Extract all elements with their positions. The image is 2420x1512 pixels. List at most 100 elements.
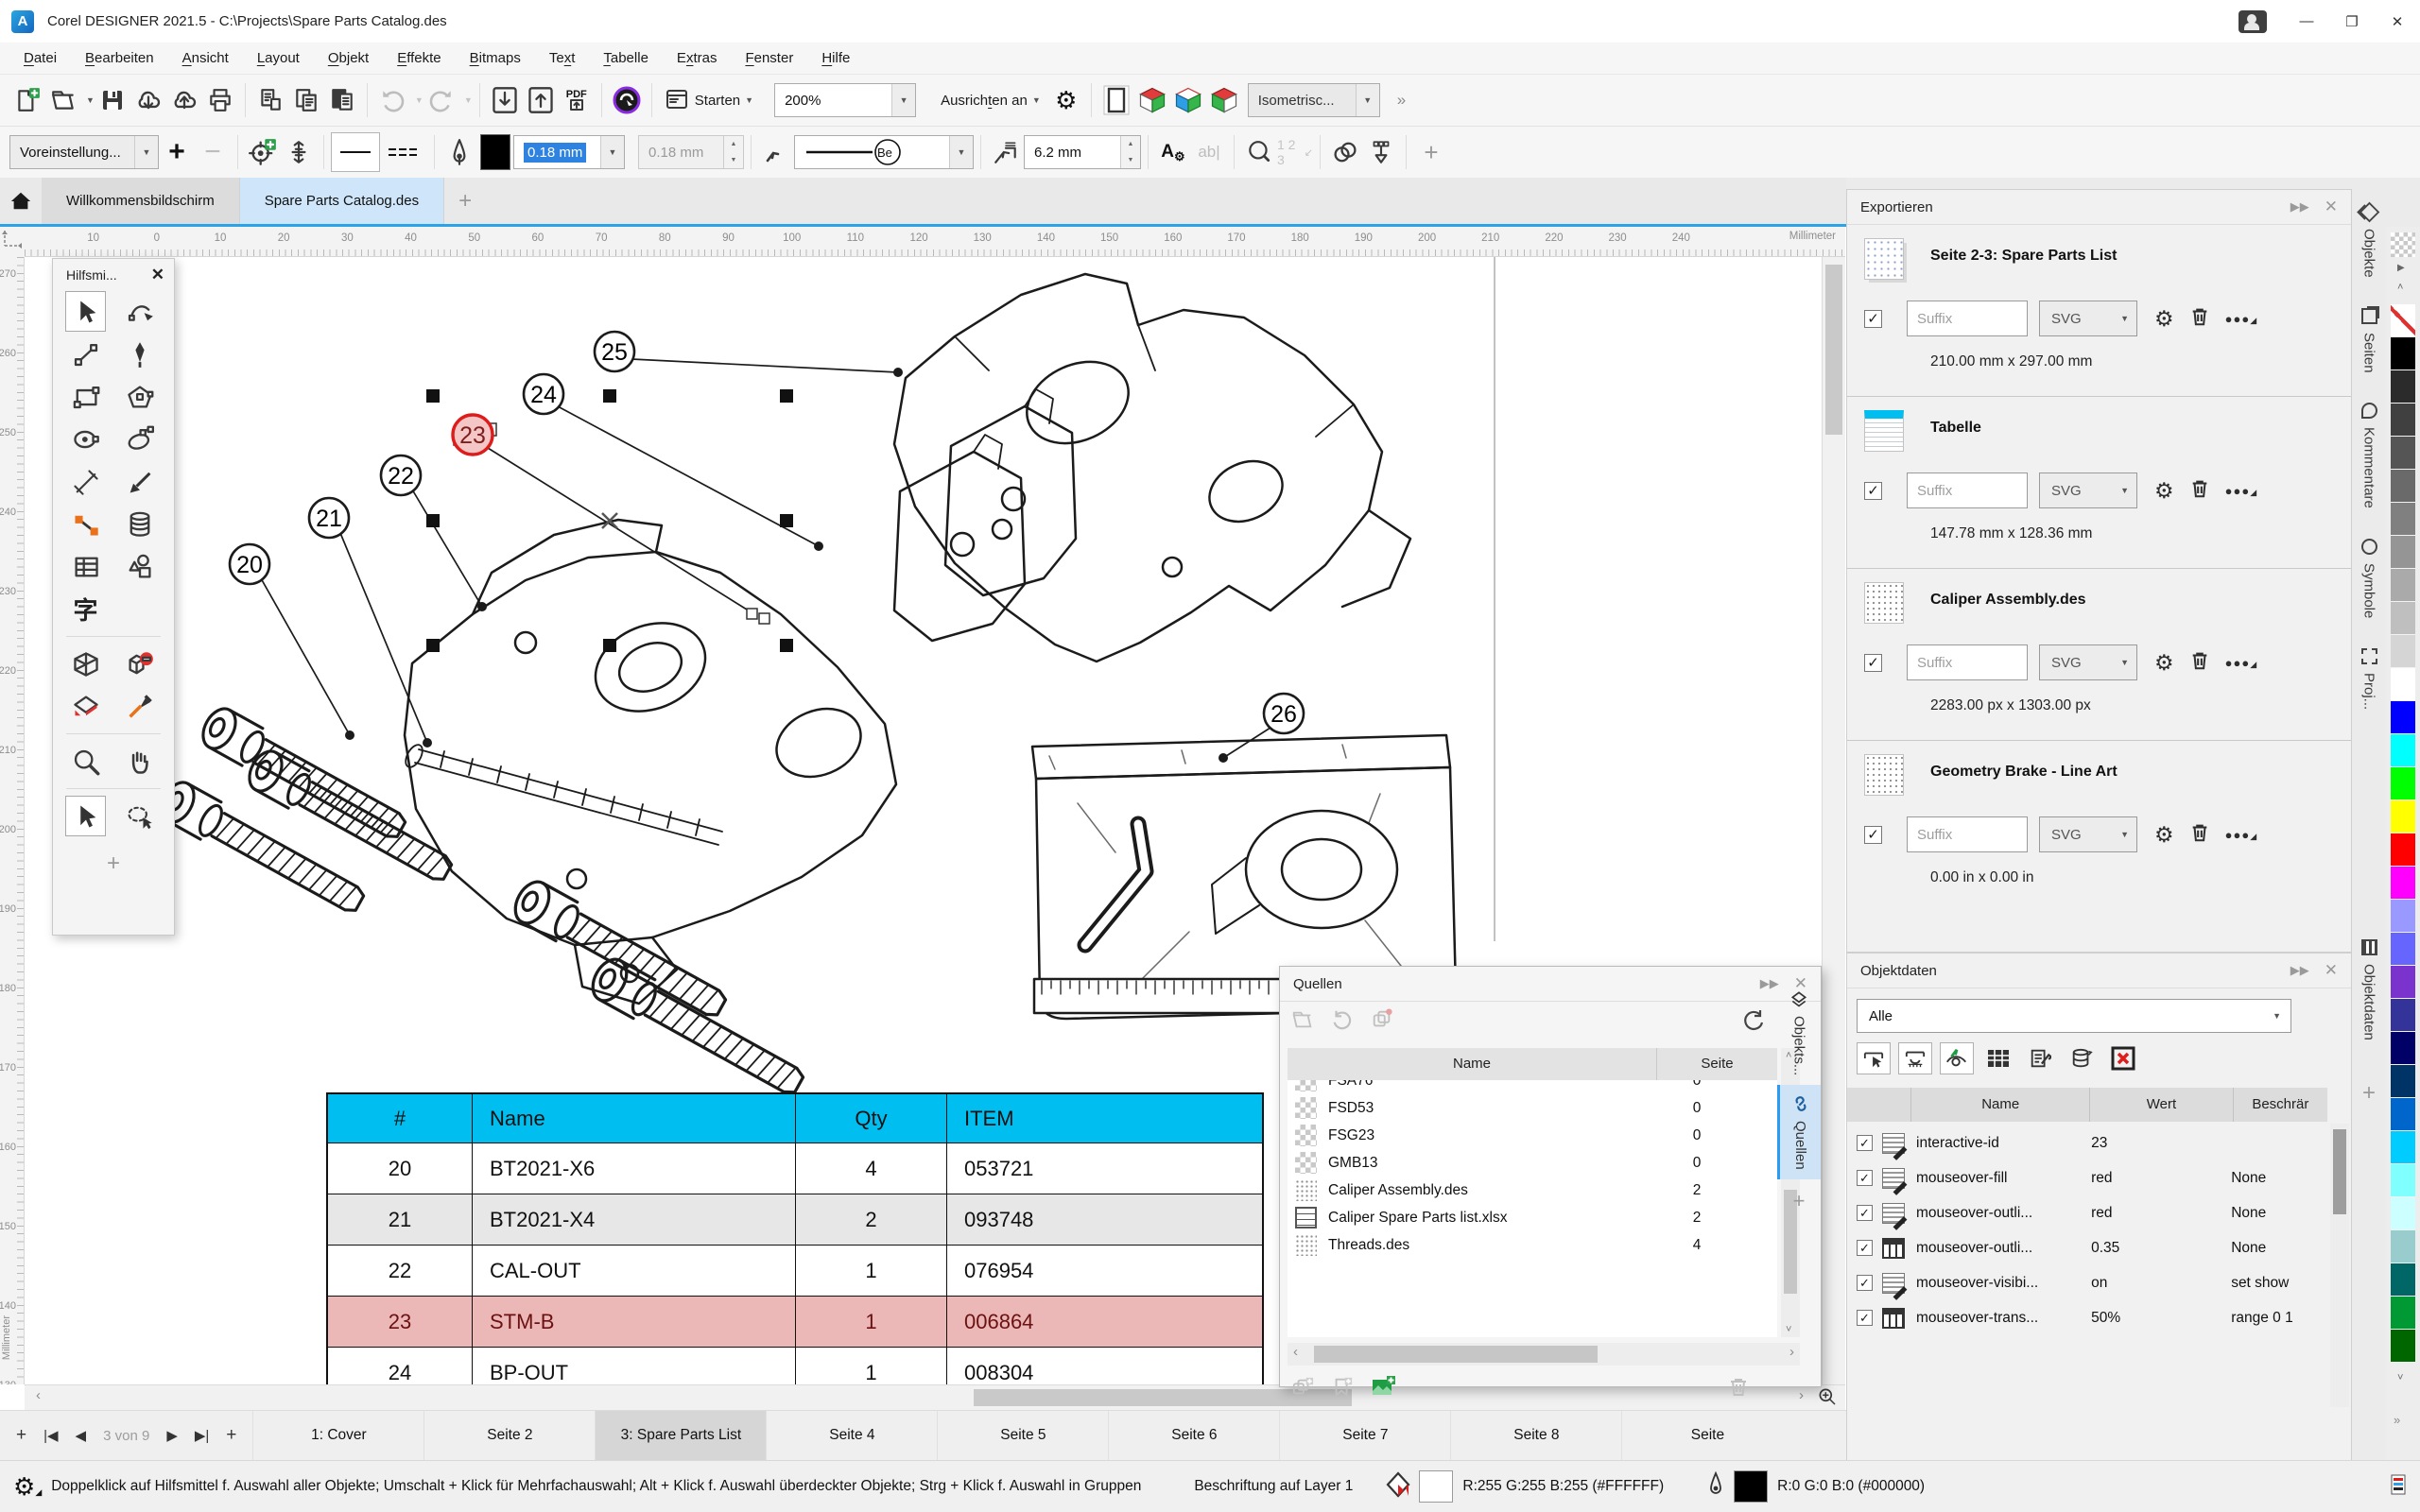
format-select[interactable]: SVG ▼ — [2039, 644, 2137, 680]
outline-width-combo[interactable]: 0.18 mm ▼ — [513, 135, 625, 169]
parts-table-row[interactable]: 21 BT2021-X4 2 093748 — [326, 1194, 1264, 1246]
export-item-checkbox[interactable]: ✓ — [1864, 481, 1882, 500]
toolbox-add-button[interactable]: + — [59, 850, 168, 877]
objectdata-filter-select[interactable]: Alle ▼ — [1857, 999, 2291, 1033]
menu-item[interactable]: Datei — [9, 50, 71, 66]
tool-3-point-ellipse[interactable] — [119, 419, 160, 459]
docker-tab[interactable]: Symbole — [2352, 524, 2386, 633]
welcome-home-icon[interactable] — [0, 178, 42, 224]
od-constrain-icon[interactable] — [1857, 1042, 1891, 1074]
open-button[interactable] — [45, 81, 81, 119]
objectdata-row[interactable]: ✓ mouseover-outli... 0.35 None — [1847, 1230, 2327, 1265]
cut-options-button[interactable] — [252, 81, 288, 119]
tool-dimension[interactable] — [65, 461, 106, 502]
ruler-origin-button[interactable] — [0, 227, 26, 258]
copy-button[interactable] — [288, 81, 324, 119]
quellen-row[interactable]: GMB13 0 — [1288, 1149, 1777, 1177]
callout-stacking-button[interactable] — [281, 133, 317, 171]
menu-item[interactable]: Extras — [663, 50, 732, 66]
projection-combo[interactable]: Isometrisc... ▼ — [1247, 83, 1380, 117]
quellen-col-seite[interactable]: Seite — [1657, 1048, 1777, 1080]
suffix-input[interactable] — [1907, 472, 2028, 508]
color-swatch[interactable] — [2391, 337, 2415, 370]
undo-dropdown[interactable]: ▼ — [415, 95, 424, 105]
tool-2-point-line[interactable] — [65, 334, 106, 374]
palette-flyout-icon[interactable]: ▶ — [2397, 263, 2405, 273]
objectdata-row[interactable]: ✓ mouseover-visibi... on set show — [1847, 1265, 2327, 1300]
tool-pick-alt[interactable] — [65, 796, 106, 836]
color-swatch[interactable] — [2391, 833, 2415, 867]
color-swatch[interactable] — [2391, 933, 2415, 966]
snap-to-label[interactable]: Ausrichten an — [941, 93, 1028, 109]
quellen-reload-icon[interactable] — [1331, 1008, 1354, 1037]
color-swatch[interactable] — [2391, 900, 2415, 933]
tool-no-projection[interactable] — [119, 644, 160, 684]
line-style-dashed-button[interactable] — [380, 133, 427, 171]
color-swatch[interactable] — [2391, 1131, 2415, 1164]
od-visibility-icon[interactable] — [1940, 1042, 1974, 1074]
parts-table-row[interactable]: 23 STM-B 1 006864 — [326, 1297, 1264, 1348]
tool-smart-fill[interactable] — [65, 686, 106, 727]
menu-item[interactable]: Bitmaps — [456, 50, 535, 66]
starten-label[interactable]: Starten — [695, 93, 740, 109]
page-tab[interactable]: Seite — [1621, 1411, 1792, 1460]
palette-expand-icon[interactable]: » — [2394, 1413, 2400, 1427]
docker-add-icon[interactable]: + — [1777, 1189, 1821, 1213]
horizontal-ruler[interactable]: 10 0 10 20 30 40 50 60 70 80 90 100 110 120 130 140 150 1… — [25, 227, 1845, 257]
docker-tab-objektdaten[interactable]: Objektdaten — [2352, 924, 2386, 1056]
page-border-button[interactable] — [1098, 81, 1134, 119]
export-collapse-icon[interactable]: ▶▶ — [2290, 199, 2309, 215]
export-delete-icon[interactable] — [2189, 305, 2210, 333]
color-swatch[interactable] — [2391, 569, 2415, 602]
tool-arrow-line[interactable] — [119, 461, 160, 502]
iso-cube-right-button[interactable] — [1206, 81, 1242, 119]
quellen-unlink-icon[interactable] — [1371, 1008, 1393, 1037]
quellen-open-folder-icon[interactable] — [1291, 1008, 1314, 1037]
od-row-checkbox[interactable]: ✓ — [1857, 1135, 1873, 1151]
pdf-export-button[interactable]: PDF — [559, 81, 595, 119]
export-delete-icon[interactable] — [2189, 477, 2210, 505]
od-row-checkbox[interactable]: ✓ — [1857, 1170, 1873, 1186]
page-tab[interactable]: Seite 4 — [766, 1411, 937, 1460]
quellen-add-link-icon[interactable] — [1291, 1376, 1314, 1404]
od-measure-icon[interactable] — [1898, 1042, 1932, 1074]
color-swatch[interactable] — [2391, 1197, 2415, 1230]
format-select[interactable]: SVG ▼ — [2039, 472, 2137, 508]
tool-brush[interactable] — [119, 334, 160, 374]
quellen-horizontal-scrollbar[interactable]: ‹ › — [1288, 1343, 1800, 1366]
export-more-icon[interactable]: ●●●◢ — [2225, 828, 2257, 842]
options-gear-icon[interactable]: ⚙ — [1048, 81, 1084, 119]
od-database-icon[interactable] — [2065, 1042, 2099, 1074]
tool-shape-edit[interactable] — [119, 291, 160, 332]
export-settings-gear-icon[interactable]: ⚙ — [2154, 306, 2174, 332]
zoom-level-combo[interactable]: 200% ▼ — [774, 83, 917, 117]
color-swatch[interactable] — [2391, 1330, 2415, 1363]
tool-polygon[interactable] — [119, 376, 160, 417]
quellen-add-image-icon[interactable] — [1371, 1375, 1395, 1405]
add-page-after-icon[interactable]: + — [226, 1425, 236, 1446]
quellen-row[interactable]: Caliper Assembly.des 2 — [1288, 1177, 1777, 1204]
add-page-before-icon[interactable]: + — [16, 1425, 26, 1446]
tool-zoom[interactable] — [65, 741, 106, 782]
objectdata-row[interactable]: ✓ mouseover-outli... red None — [1847, 1195, 2327, 1230]
open-dropdown[interactable]: ▼ — [86, 95, 95, 105]
page-tab[interactable]: 3: Spare Parts List — [595, 1411, 767, 1460]
suffix-input[interactable] — [1907, 816, 2028, 852]
menu-item[interactable]: Effekte — [383, 50, 455, 66]
export-settings-gear-icon[interactable]: ⚙ — [2154, 822, 2174, 848]
tool-rectangle[interactable] — [65, 376, 106, 417]
preset-combo[interactable]: Voreinstellung... ▼ — [9, 135, 159, 169]
color-swatch[interactable] — [2391, 999, 2415, 1032]
offset-spinner[interactable]: 6.2 mm ▲ ▼ — [1024, 135, 1141, 169]
status-gear-icon[interactable]: ⚙◢ — [13, 1472, 42, 1502]
color-swatch[interactable] — [2391, 602, 2415, 635]
paste-button[interactable] — [324, 81, 360, 119]
color-swatch[interactable] — [2391, 470, 2415, 503]
docker-tab[interactable]: Seiten — [2352, 293, 2386, 388]
quellen-delete-icon[interactable] — [1727, 1376, 1750, 1404]
format-select[interactable]: SVG ▼ — [2039, 816, 2137, 852]
color-swatch[interactable] — [2391, 536, 2415, 569]
color-swatch[interactable] — [2391, 1230, 2415, 1263]
fill-color-swatch[interactable] — [1419, 1470, 1454, 1503]
od-row-checkbox[interactable]: ✓ — [1857, 1275, 1873, 1291]
